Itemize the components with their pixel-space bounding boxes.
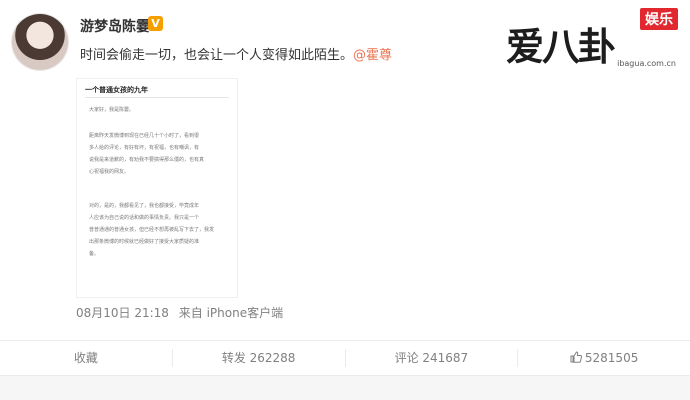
article-divider: [85, 97, 229, 98]
post-text: 时间会偷走一切，也会让一个人变得如此陌生。@霍尊: [80, 44, 392, 63]
bottom-strip: [0, 376, 690, 400]
watermark-url: ibagua.com.cn: [617, 59, 676, 68]
watermark-logo: 爱八卦 娱乐 ibagua.com.cn: [506, 6, 684, 70]
favorite-label: 收藏: [73, 351, 98, 365]
article-image[interactable]: 一个普通女孩的九年 大家好，我是陈霎。 距离昨天发微博到现在已经几十个小时了，看…: [76, 78, 238, 298]
repost-label: 转发 262288: [221, 351, 296, 365]
favorite-button[interactable]: 收藏: [0, 349, 173, 367]
vip-badge-icon: V: [148, 16, 163, 31]
post-body: 时间会偷走一切，也会让一个人变得如此陌生。: [80, 48, 354, 63]
article-line: 对的，是的，我都看见了，我也都接受，毕竟成年: [89, 203, 200, 209]
post-timestamp[interactable]: 08月10日 21:18: [76, 306, 169, 320]
post-meta: 08月10日 21:18 来自 iPhone客户端: [76, 304, 283, 321]
article-line: 备。: [89, 251, 100, 257]
avatar[interactable]: [12, 14, 68, 70]
article-line: 心祝福我的网友。: [89, 169, 130, 175]
article-line: 距离昨天发微博到现在已经几十个小时了，看到很: [89, 133, 200, 139]
watermark-logo-text: 爱八卦: [506, 24, 616, 69]
repost-button[interactable]: 转发 262288: [173, 349, 346, 367]
like-button[interactable]: 5281505: [518, 349, 690, 367]
article-line: 出那条微博的时候就已经做好了接受大家质疑的准: [89, 239, 200, 245]
article-line: 多人给的评论，有好有坏，有祝福，也有嘲讽，有: [89, 145, 200, 151]
article-title: 一个普通女孩的九年: [85, 86, 148, 94]
username[interactable]: 游梦岛陈霎: [80, 16, 150, 36]
comment-button[interactable]: 评论 241687: [346, 349, 519, 367]
article-line: 人应该为自己说的话和做的事情负责。我只是一个: [89, 215, 200, 221]
action-bar: 收藏 转发 262288 评论 241687 5281505: [0, 340, 690, 376]
thumbs-up-icon: [570, 349, 582, 367]
article-line: 大家好，我是陈霎。: [89, 107, 135, 113]
mention-link[interactable]: @霍尊: [353, 48, 392, 63]
article-line: 普普通通的普通女孩，但已经不想再被乱写下去了，我发: [89, 227, 215, 233]
article-line: 说我是来道歉的，有劝我不要搞得那么僵的，也有真: [89, 157, 205, 163]
like-count: 5281505: [584, 351, 639, 365]
watermark-tag: 娱乐: [640, 8, 678, 30]
post-source[interactable]: 来自 iPhone客户端: [179, 306, 283, 320]
comment-label: 评论 241687: [394, 351, 469, 365]
